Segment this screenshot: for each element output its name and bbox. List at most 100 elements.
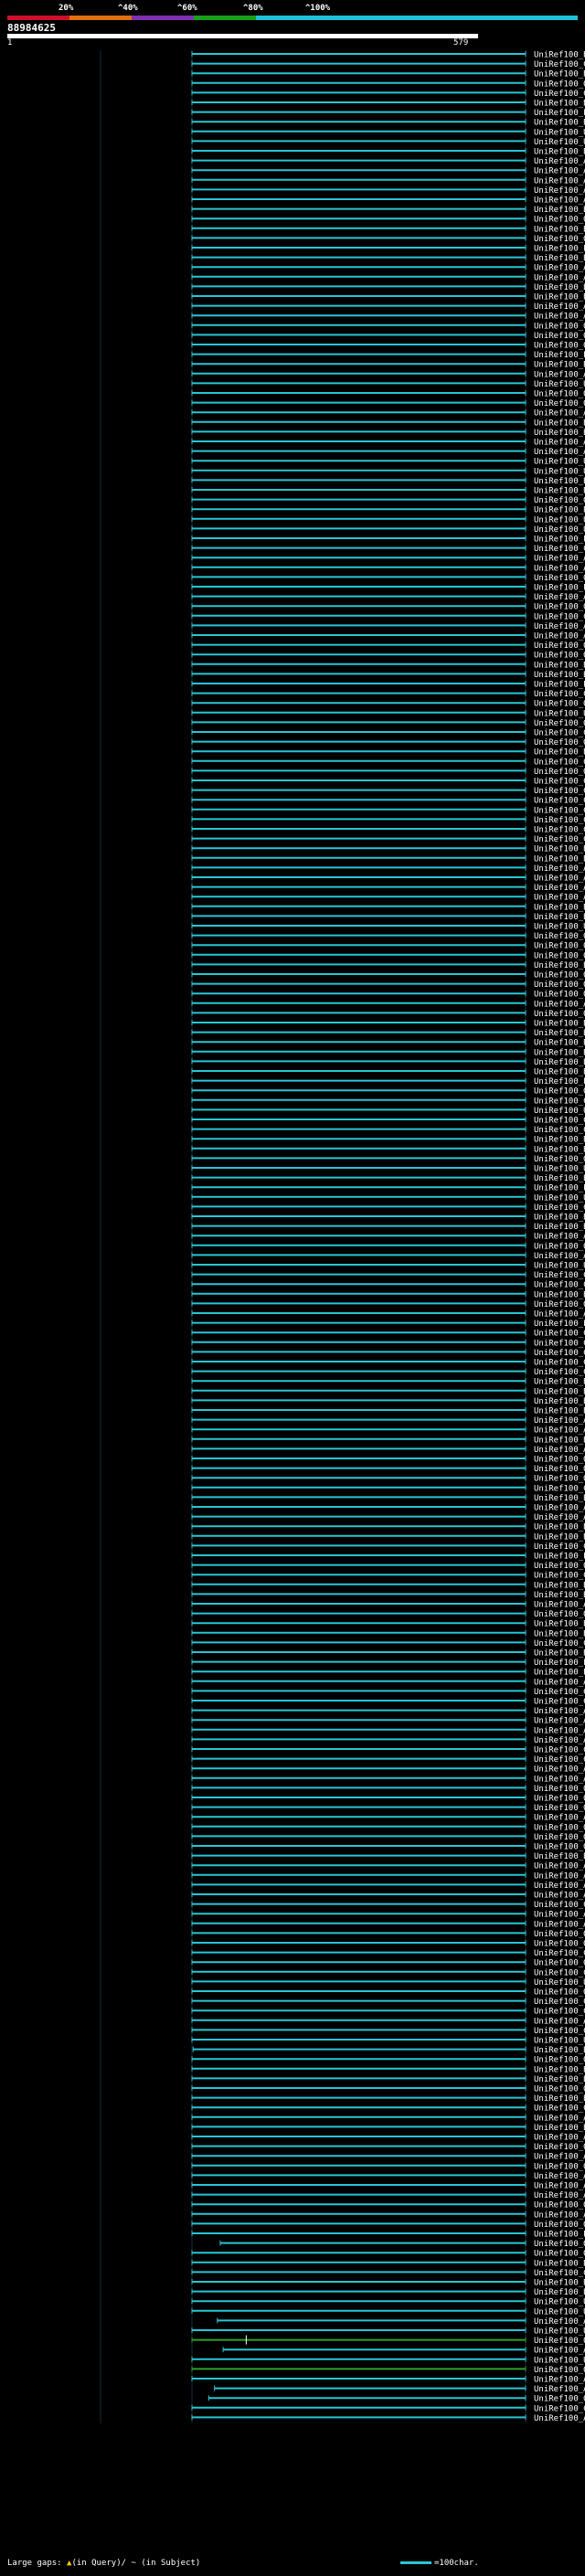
hit-label: UniRef100_B4MMD4: [534, 1290, 585, 1299]
hit-label: UniRef100_A6REL0: [534, 864, 585, 874]
hit-label: UniRef100_P46295: [534, 681, 585, 690]
hit-label: UniRef100_B4NJW4: [534, 1029, 585, 1038]
hit-label: UniRef100_Q8WS07: [534, 1959, 585, 1968]
hit-label: UniRef100_B4LKT8: [534, 1039, 585, 1048]
hit-label: UniRef100_Q4UDS8: [534, 1795, 585, 1804]
hit-label: UniRef100_A9ZUN4: [534, 555, 585, 564]
hit-label: UniRef100_A2QD79: [534, 875, 585, 884]
hit-label: UniRef100_B4FR53: [534, 119, 585, 128]
hit-label: UniRef100_B6N842: [534, 845, 585, 854]
hit-label: UniRef100_Q7Q969: [534, 574, 585, 583]
hit-label: UniRef100_A9NBP0: [534, 1726, 585, 1735]
hit-label: UniRef100_Q54E13: [534, 1843, 585, 1852]
hit-label: UniRef100_C5V3E1: [534, 778, 585, 787]
query-tick-end: 579: [453, 38, 469, 48]
hit-label: UniRef100_C6S1D2: [534, 90, 585, 99]
hit-label: UniRef100_A6Q039: [534, 1892, 585, 1901]
hit-label: UniRef100_C1FD98: [534, 1271, 585, 1280]
hit-label: UniRef100_P06367: [534, 1669, 585, 1678]
hit-label: UniRef100_A9PDW2: [534, 370, 585, 379]
hit-label: UniRef100_UPI000...: [534, 1107, 585, 1116]
hit-label: UniRef100_B6L542: [534, 1136, 585, 1145]
hit-label: UniRef100_A4HGE0: [534, 2153, 585, 2162]
hit-label: UniRef100_B8LKR8: [534, 477, 585, 486]
hit-label: UniRef100_Q59FC4: [534, 951, 585, 960]
hit-label: UniRef100_Q9XEX6: [534, 2085, 585, 2094]
hit-label: UniRef100_C5DTX8: [534, 1542, 585, 1552]
hit-label: UniRef100_A1C695: [534, 632, 585, 641]
hit-label: UniRef100_Q86287: [534, 2240, 585, 2249]
hit-label: UniRef100_A7QQP3: [534, 176, 585, 186]
hit-label: UniRef100_B8LN06: [534, 419, 585, 428]
hit-label: UniRef100_Q7QBG2: [534, 1465, 585, 1474]
hit-label: UniRef100_Q4X8H1: [534, 2143, 585, 2152]
legend-label: =100char.: [434, 2559, 479, 2568]
hit-label: UniRef100_C8LLY5: [534, 1755, 585, 1765]
scale-tick-20: 20%: [58, 4, 74, 13]
hit-label: UniRef100_Q0PDZ5: [534, 991, 585, 1000]
large-gaps-label: Large gaps:: [7, 2559, 62, 2568]
hit-label: UniRef100_Q7SXA6: [534, 235, 585, 244]
hit-label: UniRef100_A0EZU3: [534, 564, 585, 573]
hit-label: UniRef100_C4R0T2: [534, 1698, 585, 1707]
hit-label: UniRef100_A6YN82: [534, 1717, 585, 1726]
hit-label: UniRef100_Q14150: [534, 1833, 585, 1842]
hit-label: UniRef100_B2G371: [534, 1620, 585, 1629]
hit-label: UniRef100_B3N0Z7: [534, 1397, 585, 1406]
hit-label: UniRef100_Q5NXK9: [534, 496, 585, 505]
hit-label: UniRef100_UPI000...: [534, 2327, 585, 2337]
scale-tick-60: ^60%: [177, 4, 197, 13]
hit-label: UniRef100_C8LLY6: [534, 1339, 585, 1348]
hit-label: UniRef100_Q9SIH0: [534, 332, 585, 341]
hit-label: UniRef100_Q6FVW5: [534, 1823, 585, 1832]
hit-label: UniRef100_A7E468: [534, 622, 585, 631]
hit-label: UniRef100_A6V8D1: [534, 1426, 585, 1436]
hit-label: UniRef100_C8LLY1: [534, 1349, 585, 1358]
hit-label: UniRef100_UPI000...: [534, 467, 585, 476]
hit-label: UniRef100_C4Y2R8: [534, 1281, 585, 1290]
hit-label: UniRef100_A6YN86: [534, 1882, 585, 1891]
hit-label: UniRef100_B4QXP9: [534, 1387, 585, 1396]
hit-label: UniRef100_P19951: [534, 245, 585, 254]
hit-label: UniRef100_C4WSJ6: [534, 1126, 585, 1135]
hit-label: UniRef100_A7QF89: [534, 302, 585, 312]
hit-label: UniRef100_UPI000...: [534, 2356, 585, 2365]
hit-label: UniRef100_A6YN82: [534, 1775, 585, 1784]
hit-label: UniRef100_C8LLY0: [534, 1359, 585, 1368]
hit-label: UniRef100_Q6IY88: [534, 700, 585, 709]
hit-label: UniRef100_B6K471: [534, 1523, 585, 1532]
hit-label: UniRef100_P39516: [534, 1659, 585, 1668]
hit-label: UniRef100_C0S2N9: [534, 835, 585, 844]
hit-label: UniRef100_A9ZSJ8: [534, 2347, 585, 2356]
hit-label: UniRef100_A6S046: [534, 448, 585, 457]
hit-label: UniRef100_A6YN09: [534, 1233, 585, 1242]
hit-label: UniRef100_A5AV34: [534, 313, 585, 322]
hit-label: UniRef100_C8LLY3: [534, 1688, 585, 1697]
scale-segment-1: [7, 16, 69, 20]
hit-label: UniRef100_A9UDP3: [534, 439, 585, 448]
scale-tick-100: ^100%: [305, 4, 331, 13]
hit-label: UniRef100_A6YN89: [534, 1765, 585, 1775]
hit-label: UniRef100_B6UHC8: [534, 254, 585, 263]
hit-label: UniRef100_A4I650: [534, 2210, 585, 2220]
hit-label: UniRef100_B8BQ71: [534, 1174, 585, 1183]
hit-label: UniRef100_A7WTL0: [534, 1601, 585, 1610]
hit-label: UniRef100_C6SV94: [534, 60, 585, 69]
hit-label: UniRef100_C7Z210: [534, 2104, 585, 2114]
scale-segment-3: [132, 16, 194, 20]
hit-label: UniRef100_A9RBP7: [534, 273, 585, 282]
hit-label: UniRef100_B4M715: [534, 903, 585, 912]
hit-label: UniRef100_Q9VYR0: [534, 932, 585, 941]
identity-scale-bar: 20% ^40% ^60% ^80% ^100%: [7, 4, 578, 20]
hit-label: UniRef100_B6HR74: [534, 854, 585, 864]
hit-label: UniRef100_B4JNB4: [534, 961, 585, 970]
hit-label: UniRef100_A1BGB7: [534, 1814, 585, 1823]
hit-label: UniRef100_Q2VCI8: [534, 399, 585, 408]
hit-label: UniRef100_A9XP56: [534, 2385, 585, 2394]
hit-label: UniRef100_A3LQJ1: [534, 1252, 585, 1261]
hit-label: UniRef100_B6DDR5: [534, 1378, 585, 1387]
hit-label: UniRef100_UPI000...: [534, 515, 585, 525]
hit-label: UniRef100_B6R878: [534, 1214, 585, 1223]
hit-label: UniRef100_Q4XGP3: [534, 1804, 585, 1813]
hit-label: UniRef100_Q9CAX6: [534, 322, 585, 331]
